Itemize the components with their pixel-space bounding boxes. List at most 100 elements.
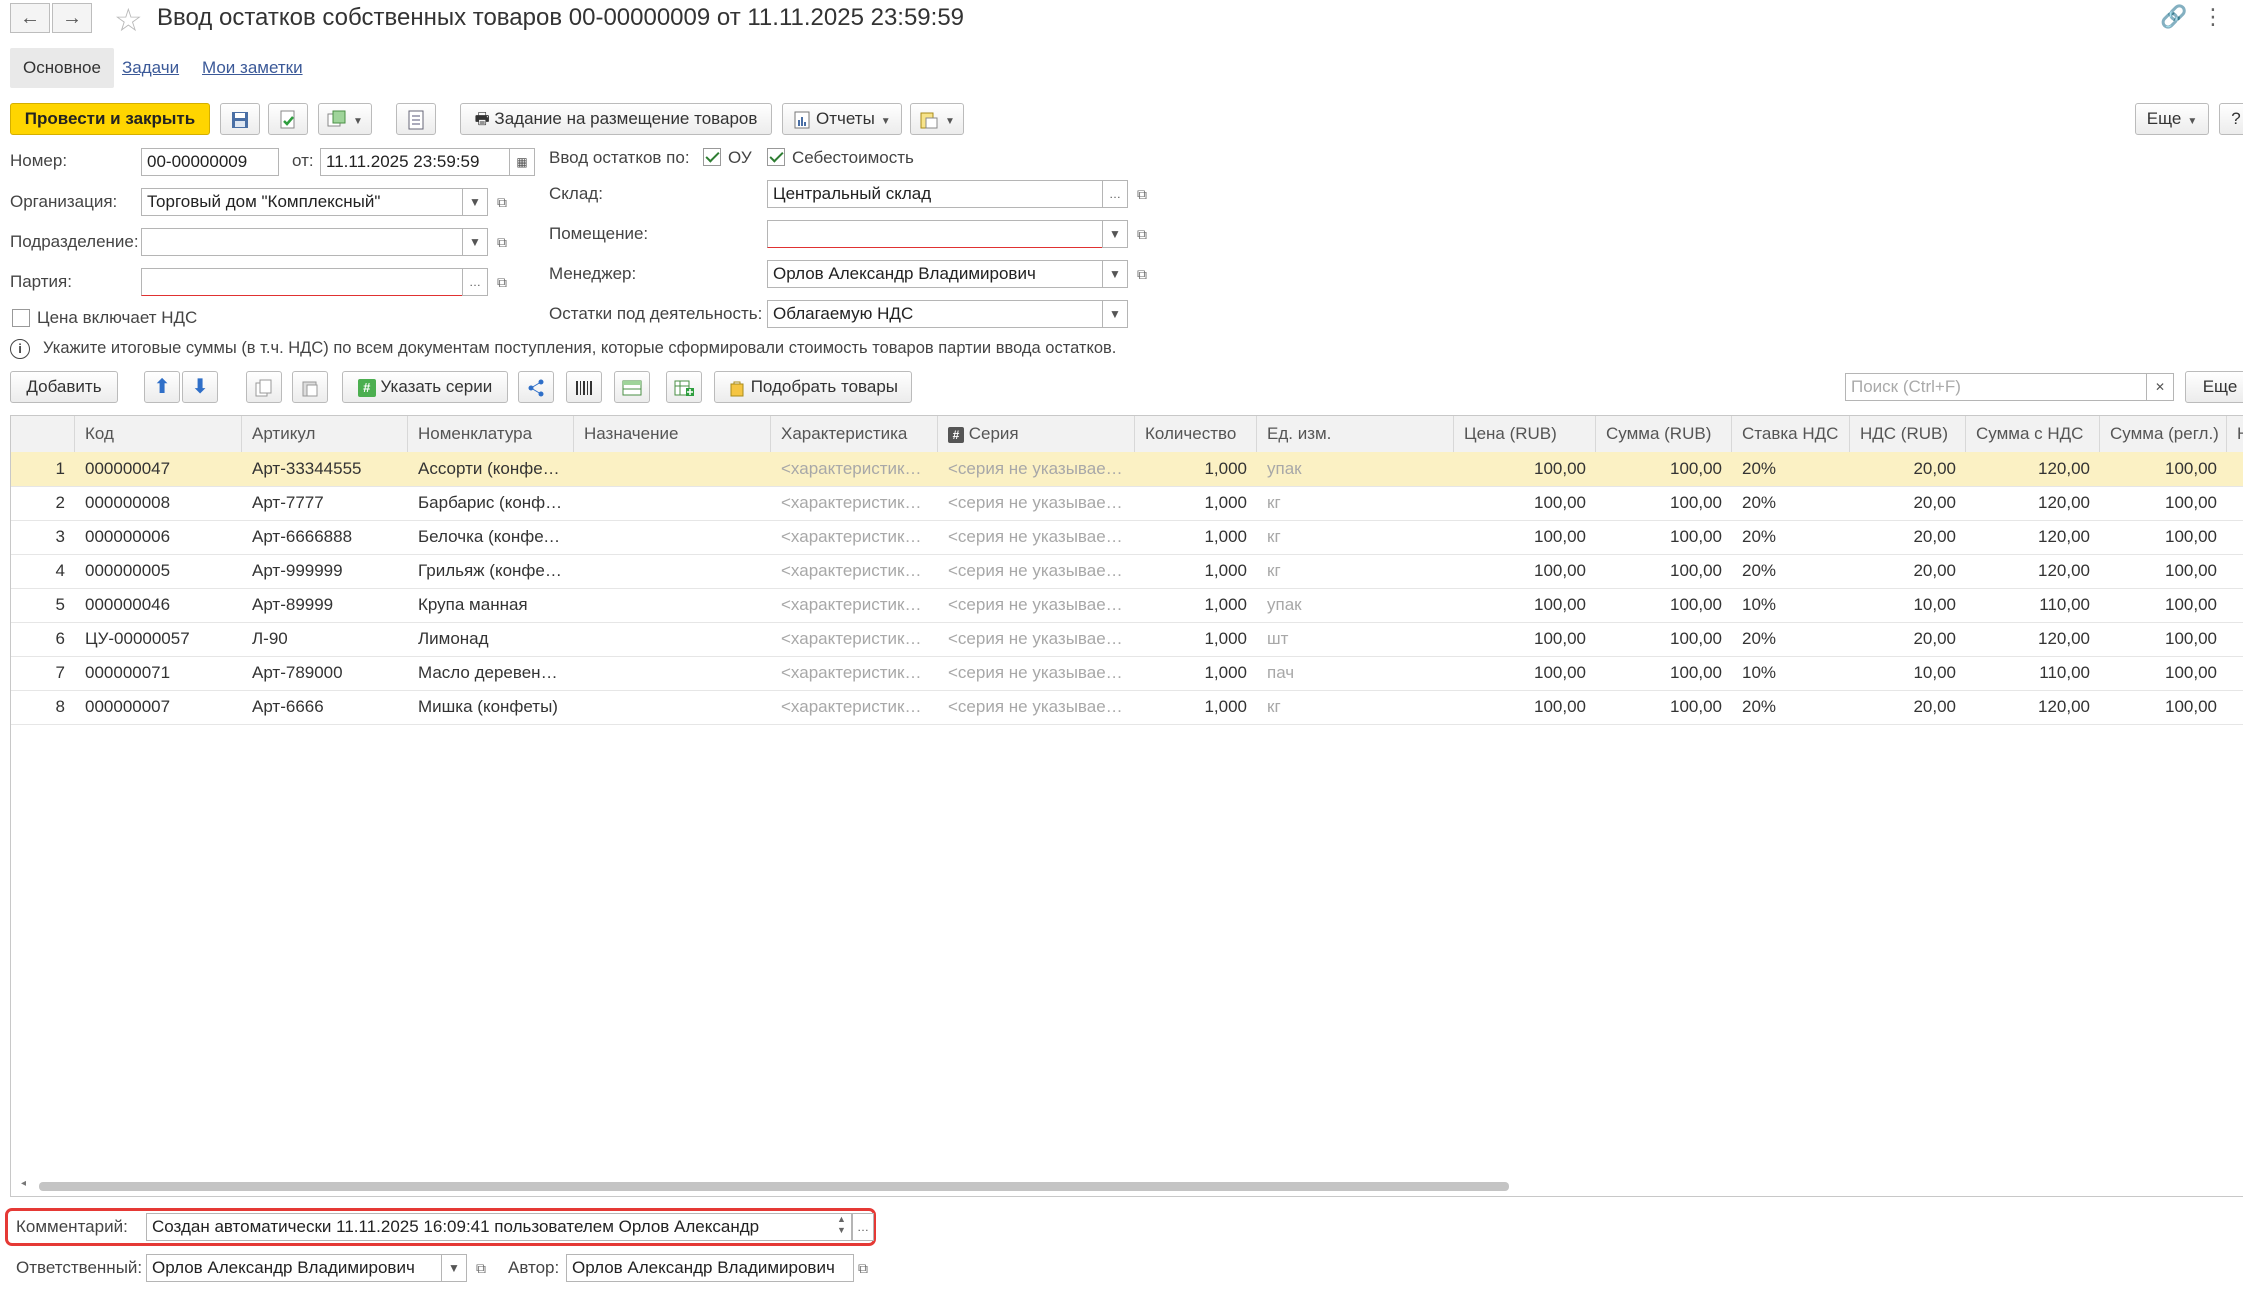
cell-sum-regl[interactable]: 100,00: [2100, 690, 2227, 724]
cell-quantity[interactable]: 1,000: [1135, 690, 1257, 724]
cell-nomenclature[interactable]: Масло деревенс…: [408, 656, 574, 690]
cell-purpose[interactable]: [574, 656, 771, 690]
header-sum[interactable]: Сумма (RUB): [1596, 416, 1732, 452]
cell-characteristic[interactable]: <характеристики…: [771, 520, 938, 554]
cell-article[interactable]: Арт-89999: [242, 588, 408, 622]
pick-goods-button[interactable]: Подобрать товары: [714, 371, 912, 403]
cell-vat-rate[interactable]: 20%: [1732, 520, 1850, 554]
cell-sum-with-vat[interactable]: 120,00: [1966, 520, 2100, 554]
cell-sum[interactable]: 100,00: [1596, 486, 1732, 520]
header-extra[interactable]: Н: [2227, 416, 2243, 452]
barcode-button[interactable]: [566, 371, 602, 403]
cell-unit[interactable]: кг: [1257, 486, 1454, 520]
cell-sum-with-vat[interactable]: 120,00: [1966, 486, 2100, 520]
link-icon[interactable]: 🔗: [2160, 4, 2187, 30]
author-open-icon[interactable]: ⧉: [852, 1257, 874, 1279]
header-nomenclature[interactable]: Номенклатура: [408, 416, 574, 452]
cell-series[interactable]: <серия не указывае…: [938, 452, 1135, 486]
batch-select-icon[interactable]: …: [462, 268, 488, 296]
add-row-button[interactable]: Добавить: [10, 371, 118, 403]
more-menu-icon[interactable]: ⋮: [2202, 4, 2224, 30]
cell-sum-with-vat[interactable]: 110,00: [1966, 588, 2100, 622]
header-article[interactable]: Артикул: [242, 416, 408, 452]
placement-task-button[interactable]: 🖶 Задание на размещение товаров: [460, 103, 772, 135]
cell-sum-regl[interactable]: 100,00: [2100, 486, 2227, 520]
add-from-table-button[interactable]: [666, 371, 702, 403]
cell-characteristic[interactable]: <характеристики…: [771, 656, 938, 690]
cell-quantity[interactable]: 1,000: [1135, 622, 1257, 656]
cell-row-number[interactable]: 6: [11, 622, 75, 656]
header-sum-with-vat[interactable]: Сумма с НДС: [1966, 416, 2100, 452]
related-documents-button[interactable]: ▼: [910, 103, 964, 135]
cell-series[interactable]: <серия не указывае…: [938, 656, 1135, 690]
cell-vat[interactable]: 20,00: [1850, 554, 1966, 588]
cell-sum[interactable]: 100,00: [1596, 656, 1732, 690]
cell-row-number[interactable]: 1: [11, 452, 75, 486]
cell-vat-rate[interactable]: 20%: [1732, 622, 1850, 656]
price-includes-vat-checkbox[interactable]: [12, 309, 30, 327]
cell-characteristic[interactable]: <характеристики…: [771, 452, 938, 486]
cost-checkbox[interactable]: [767, 148, 785, 166]
cell-sum-regl[interactable]: 100,00: [2100, 588, 2227, 622]
cell-nomenclature[interactable]: Ассорти (конфе…: [408, 452, 574, 486]
cell-price[interactable]: 100,00: [1454, 452, 1596, 486]
cell-series[interactable]: <серия не указывае…: [938, 554, 1135, 588]
cell-sum[interactable]: 100,00: [1596, 622, 1732, 656]
move-up-button[interactable]: ⬆: [144, 371, 180, 403]
cell-series[interactable]: <серия не указывае…: [938, 588, 1135, 622]
warehouse-select-icon[interactable]: …: [1102, 180, 1128, 208]
number-field[interactable]: 00-00000009: [141, 148, 279, 176]
header-sum-regl[interactable]: Сумма (регл.): [2100, 416, 2227, 452]
manager-open-icon[interactable]: ⧉: [1131, 263, 1153, 285]
header-vat-rate[interactable]: Ставка НДС: [1732, 416, 1850, 452]
room-field[interactable]: [767, 220, 1103, 248]
manager-dropdown-icon[interactable]: ▼: [1102, 260, 1128, 288]
header-price[interactable]: Цена (RUB): [1454, 416, 1596, 452]
cell-purpose[interactable]: [574, 622, 771, 656]
post-button[interactable]: [268, 103, 308, 135]
cell-vat-rate[interactable]: 20%: [1732, 452, 1850, 486]
date-field[interactable]: 11.11.2025 23:59:59: [320, 148, 510, 176]
cell-series[interactable]: <серия не указывае…: [938, 520, 1135, 554]
cell-vat-rate[interactable]: 20%: [1732, 486, 1850, 520]
cell-row-number[interactable]: 4: [11, 554, 75, 588]
table-row[interactable]: 1 000000047 Арт-33344555 Ассорти (конфе… <ха…: [11, 452, 2243, 487]
cell-code[interactable]: 000000007: [75, 690, 242, 724]
search-input[interactable]: Поиск (Ctrl+F): [1845, 373, 2147, 401]
cell-row-number[interactable]: 5: [11, 588, 75, 622]
tab-my-notes[interactable]: Мои заметки: [202, 48, 303, 88]
cell-code[interactable]: ЦУ-00000057: [75, 622, 242, 656]
table-row[interactable]: 7 000000071 Арт-789000 Масло деревенс… <хара…: [11, 656, 2243, 691]
organization-field[interactable]: Торговый дом "Комплексный": [141, 188, 463, 216]
cell-sum-regl[interactable]: 100,00: [2100, 656, 2227, 690]
tab-main[interactable]: Основное: [10, 48, 114, 88]
header-code[interactable]: Код: [75, 416, 242, 452]
cell-characteristic[interactable]: <характеристики…: [771, 690, 938, 724]
cell-characteristic[interactable]: <характеристики…: [771, 622, 938, 656]
cell-price[interactable]: 100,00: [1454, 622, 1596, 656]
cell-quantity[interactable]: 1,000: [1135, 588, 1257, 622]
calendar-icon[interactable]: ▦: [509, 148, 535, 176]
cell-sum-regl[interactable]: 100,00: [2100, 622, 2227, 656]
cell-purpose[interactable]: [574, 520, 771, 554]
cell-sum-with-vat[interactable]: 120,00: [1966, 622, 2100, 656]
department-open-icon[interactable]: ⧉: [491, 231, 513, 253]
cell-vat[interactable]: 20,00: [1850, 520, 1966, 554]
table-more-button[interactable]: Еще: [2185, 371, 2243, 403]
table-row[interactable]: 3 000000006 Арт-6666888 Белочка (конфет… <ха…: [11, 520, 2243, 555]
horizontal-scrollbar[interactable]: [39, 1182, 1509, 1191]
cell-purpose[interactable]: [574, 452, 771, 486]
cell-vat-rate[interactable]: 20%: [1732, 690, 1850, 724]
cell-unit[interactable]: кг: [1257, 554, 1454, 588]
forward-arrow-icon[interactable]: →: [52, 3, 92, 33]
warehouse-field[interactable]: Центральный склад: [767, 180, 1103, 208]
cell-nomenclature[interactable]: Грильяж (конфе…: [408, 554, 574, 588]
cell-vat[interactable]: 10,00: [1850, 588, 1966, 622]
comment-select-icon[interactable]: …: [852, 1213, 874, 1241]
cell-article[interactable]: Арт-6666888: [242, 520, 408, 554]
cell-quantity[interactable]: 1,000: [1135, 520, 1257, 554]
table-row[interactable]: 6 ЦУ-00000057 Л-90 Лимонад <характеристики… <…: [11, 622, 2243, 657]
cell-sum-regl[interactable]: 100,00: [2100, 452, 2227, 486]
favorite-star-icon[interactable]: ☆: [114, 1, 143, 39]
ou-checkbox[interactable]: [703, 148, 721, 166]
